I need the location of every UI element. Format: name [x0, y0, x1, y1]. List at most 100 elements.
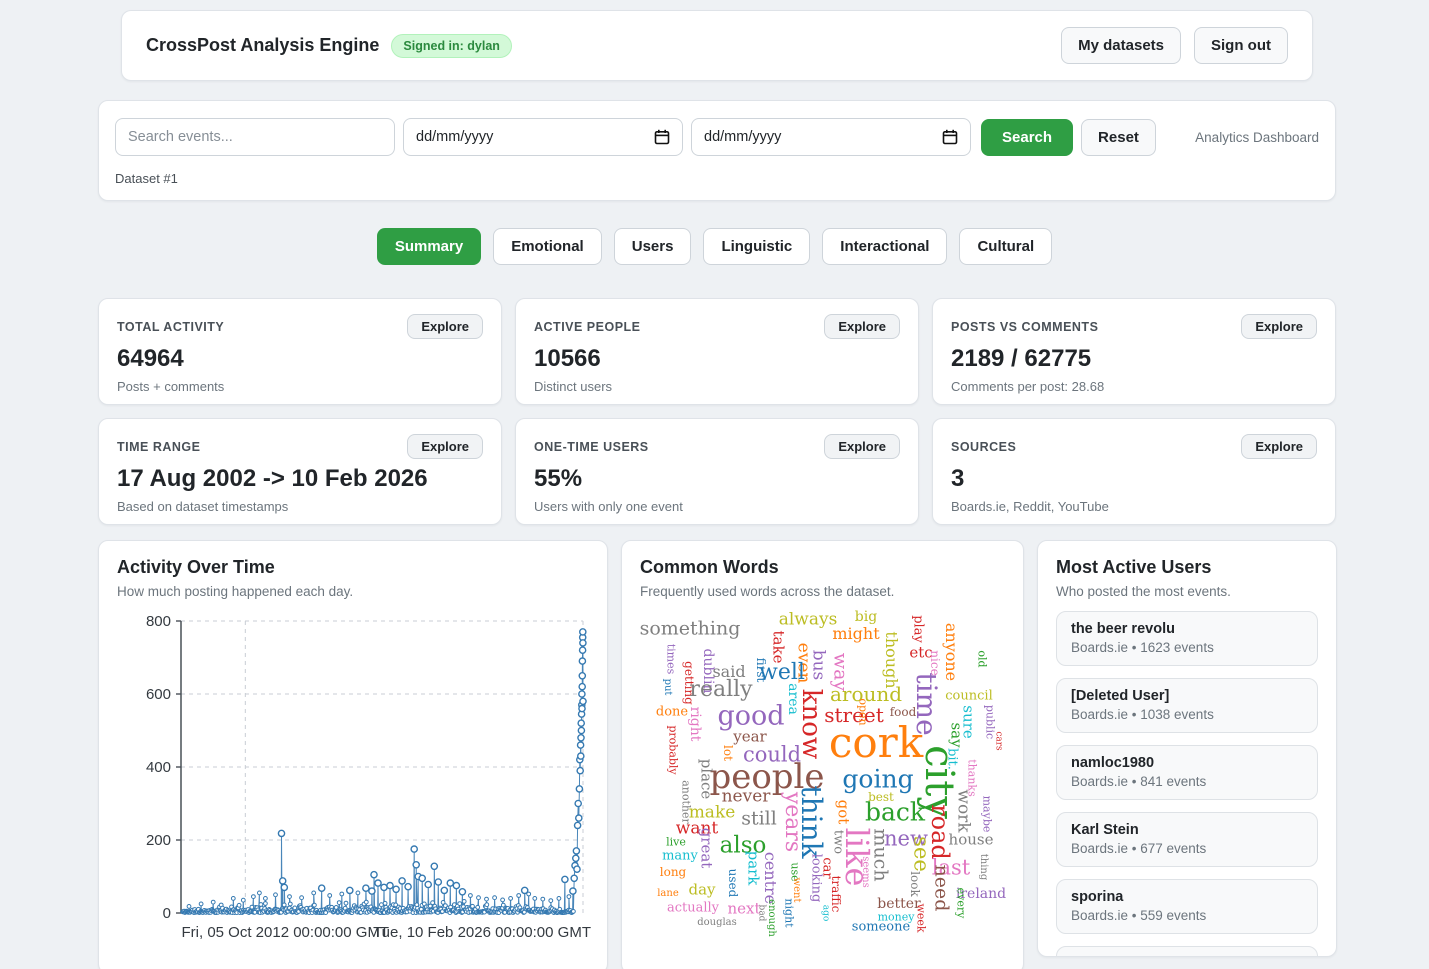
cloud-word: anyone: [943, 623, 959, 681]
cloud-word: take: [771, 631, 786, 664]
cloud-word: live: [666, 837, 686, 848]
cloud-word: well: [759, 662, 805, 684]
stat-sub: Boards.ie, Reddit, YouTube: [951, 499, 1317, 514]
date-to-input[interactable]: dd/mm/yyyy: [691, 118, 971, 156]
app-title: CrossPost Analysis Engine: [146, 35, 379, 56]
cloud-word: night: [784, 898, 795, 927]
cloud-word: centre: [762, 852, 778, 904]
panel-subtitle: Frequently used words across the dataset…: [640, 584, 1005, 599]
tab-cultural[interactable]: Cultural: [959, 228, 1052, 265]
svg-text:Tue, 10 Feb 2026 00:00:00 GMT: Tue, 10 Feb 2026 00:00:00 GMT: [373, 924, 591, 941]
explore-button[interactable]: Explore: [1241, 314, 1317, 339]
cloud-word: good: [717, 703, 784, 730]
dashboard-page: { "header": { "title": "CrossPost Analys…: [0, 0, 1429, 969]
tab-summary[interactable]: Summary: [377, 228, 481, 265]
cloud-word: going: [842, 767, 913, 792]
stat-label: TIME RANGE: [117, 440, 200, 454]
filter-bar: dd/mm/yyyy dd/mm/yyyy Search Reset Analy…: [98, 100, 1336, 201]
sign-out-button[interactable]: Sign out: [1194, 27, 1288, 64]
cloud-word: big: [855, 610, 877, 624]
user-name: the beer revolu: [1071, 621, 1303, 637]
cloud-word: great: [699, 828, 714, 869]
most-active-users-panel: Most Active Users Who posted the most ev…: [1037, 540, 1337, 957]
user-list-item[interactable]: corks finest Boards.ie • 538 events: [1056, 946, 1318, 957]
explore-button[interactable]: Explore: [407, 314, 483, 339]
date-from-input[interactable]: dd/mm/yyyy: [403, 118, 683, 156]
user-list-item[interactable]: namloc1980 Boards.ie • 841 events: [1056, 745, 1318, 800]
stat-sub: Posts + comments: [117, 379, 483, 394]
reset-button[interactable]: Reset: [1081, 119, 1156, 156]
explore-button[interactable]: Explore: [824, 434, 900, 459]
cloud-word: long: [660, 866, 686, 878]
cloud-word: park: [746, 851, 761, 886]
stat-value: 10566: [534, 345, 900, 373]
cloud-word: day: [688, 883, 715, 898]
cloud-word: play: [912, 615, 925, 643]
stat-card-one-time-users: ONE-TIME USERS Explore 55% Users with on…: [515, 418, 919, 525]
calendar-icon: [942, 129, 958, 145]
dataset-label: Dataset #1: [115, 171, 1319, 186]
cloud-word: something: [640, 620, 741, 639]
cloud-word: douglas: [697, 918, 737, 928]
context-label: Analytics Dashboard: [1195, 130, 1319, 145]
header-actions: My datasets Sign out: [1061, 27, 1288, 64]
signed-in-badge: Signed in: dylan: [391, 34, 512, 58]
cloud-word: actually: [667, 902, 719, 915]
date-from-placeholder: dd/mm/yyyy: [416, 129, 493, 145]
svg-text:400: 400: [146, 759, 171, 776]
tab-bar: Summary Emotional Users Linguistic Inter…: [0, 228, 1429, 265]
cloud-word: always: [779, 612, 838, 629]
stat-sub: Based on dataset timestamps: [117, 499, 483, 514]
user-list-item[interactable]: Karl Stein Boards.ie • 677 events: [1056, 812, 1318, 867]
my-datasets-button[interactable]: My datasets: [1061, 27, 1181, 64]
tab-users[interactable]: Users: [614, 228, 692, 265]
stat-label: POSTS VS COMMENTS: [951, 320, 1098, 334]
explore-button[interactable]: Explore: [1241, 434, 1317, 459]
cloud-word: probably: [668, 725, 679, 774]
cloud-word: used: [727, 869, 739, 898]
stat-value: 3: [951, 465, 1317, 493]
activity-over-time-panel: Activity Over Time How much posting happ…: [98, 540, 608, 969]
cloud-word: might: [832, 626, 879, 642]
stat-card-sources: SOURCES Explore 3 Boards.ie, Reddit, You…: [932, 418, 1336, 525]
svg-text:0: 0: [163, 905, 171, 922]
search-button[interactable]: Search: [981, 119, 1073, 156]
cloud-word: seems: [860, 856, 870, 888]
user-list-item[interactable]: sporina Boards.ie • 559 events: [1056, 879, 1318, 934]
user-list-item[interactable]: the beer revolu Boards.ie • 1623 events: [1056, 611, 1318, 666]
calendar-icon: [654, 129, 670, 145]
svg-text:800: 800: [146, 613, 171, 630]
cloud-word: traffic: [830, 876, 842, 913]
cloud-word: bad: [757, 905, 766, 922]
cloud-word: every: [956, 888, 967, 919]
user-name: Karl Stein: [1071, 822, 1303, 838]
panel-subtitle: How much posting happened each day.: [117, 584, 589, 599]
user-meta: Boards.ie • 1623 events: [1071, 640, 1303, 655]
stat-sub: Distinct users: [534, 379, 900, 394]
tab-interactional[interactable]: Interactional: [822, 228, 947, 265]
stats-grid: TOTAL ACTIVITY Explore 64964 Posts + com…: [98, 298, 1336, 525]
cloud-word: know: [798, 689, 824, 759]
user-name: corks finest: [1071, 956, 1303, 957]
user-name: sporina: [1071, 889, 1303, 905]
cloud-word: look: [909, 871, 921, 897]
cloud-word: done: [656, 706, 688, 719]
panel-title: Activity Over Time: [117, 557, 589, 578]
stat-value: 17 Aug 2002 -> 10 Feb 2026: [117, 465, 483, 493]
cloud-word: someone: [852, 921, 910, 934]
stat-value: 64964: [117, 345, 483, 373]
search-input[interactable]: [115, 118, 395, 156]
cloud-word: place: [699, 759, 714, 800]
explore-button[interactable]: Explore: [407, 434, 483, 459]
tab-emotional[interactable]: Emotional: [493, 228, 602, 265]
cloud-word: work: [955, 789, 972, 832]
panel-title: Common Words: [640, 557, 1005, 578]
cloud-word: bit.: [946, 748, 959, 770]
cloud-word: bus: [810, 650, 827, 681]
explore-button[interactable]: Explore: [824, 314, 900, 339]
tab-linguistic[interactable]: Linguistic: [703, 228, 810, 265]
user-list-item[interactable]: [Deleted User] Boards.ie • 1038 events: [1056, 678, 1318, 733]
stat-value: 2189 / 62775: [951, 345, 1317, 373]
stat-label: ACTIVE PEOPLE: [534, 320, 641, 334]
cloud-word: many: [662, 850, 698, 863]
